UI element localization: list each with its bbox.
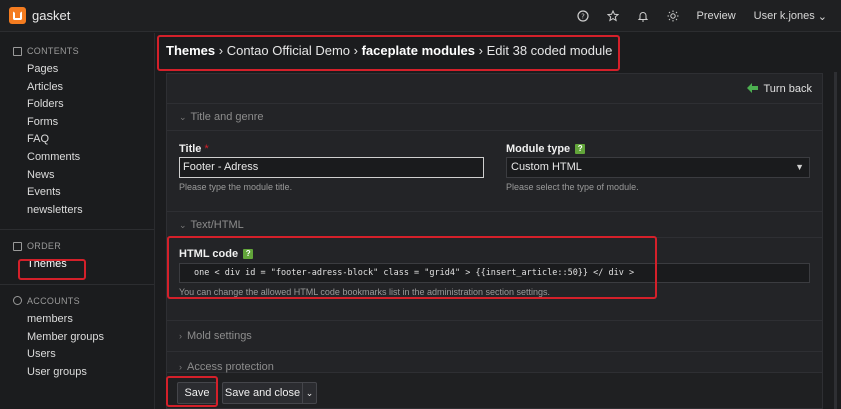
app-name[interactable]: gasket (32, 8, 70, 23)
sidebar-item-articles[interactable]: Articles (0, 79, 154, 97)
section-title-genre[interactable]: ⌄ Title and genre (167, 104, 822, 131)
sidebar-group-contents[interactable]: CONTENTS (0, 41, 154, 61)
sidebar-item-forms[interactable]: Forms (0, 114, 154, 132)
highlight-themes (18, 259, 86, 280)
title-input[interactable]: Footer - Adress (179, 157, 484, 178)
scrollbar[interactable] (834, 72, 837, 409)
chevron-right-icon: › (179, 331, 182, 341)
user-icon (13, 296, 22, 306)
section-mold-settings[interactable]: › Mold settings (167, 320, 822, 351)
sidebar-divider (0, 229, 154, 231)
user-label: User k.jones (753, 10, 815, 22)
main-content: Themes › Contao Official Demo › faceplat… (156, 33, 841, 409)
edit-icon (13, 46, 22, 56)
sidebar-item-user-groups[interactable]: User groups (0, 364, 154, 382)
gasket-logo-icon[interactable] (9, 7, 26, 24)
sidebar-item-folders[interactable]: Folders (0, 96, 154, 114)
star-icon[interactable] (606, 10, 619, 22)
edit-panel: Turn back ⌄ Title and genre Title * Foote… (166, 73, 823, 373)
sidebar-group-accounts[interactable]: ACCOUNTS (0, 291, 154, 311)
group-title: ORDER (27, 241, 62, 252)
sidebar-item-users[interactable]: Users (0, 346, 154, 364)
sidebar-item-news[interactable]: News (0, 167, 154, 185)
turn-back-label: Turn back (763, 83, 812, 95)
sidebar-item-pages[interactable]: Pages (0, 61, 154, 79)
save-and-close-button[interactable]: Save and close (222, 382, 302, 404)
chevron-down-icon: ⌄ (817, 10, 827, 23)
sidebar: CONTENTS Pages Articles Folders Forms FA… (0, 33, 155, 409)
help-icon[interactable]: ? (576, 10, 589, 22)
module-type-label: Module type ? (506, 143, 810, 155)
svg-text:?: ? (581, 13, 585, 21)
sidebar-item-member-groups[interactable]: Member groups (0, 329, 154, 347)
title-hint: Please type the module title. (179, 182, 293, 192)
group-title: CONTENTS (27, 46, 79, 56)
turn-back-button[interactable]: Turn back (747, 82, 812, 96)
help-icon[interactable]: ? (575, 144, 586, 154)
back-arrow-icon (747, 82, 759, 96)
sidebar-group-order[interactable]: ORDER (0, 236, 154, 256)
preview-link[interactable]: Preview (697, 10, 736, 22)
sidebar-item-comments[interactable]: Comments (0, 149, 154, 167)
sidebar-divider (0, 283, 154, 285)
chevron-down-icon[interactable]: ⌄ (302, 382, 317, 404)
group-title: ACCOUNTS (27, 295, 80, 306)
highlight-save (166, 376, 218, 407)
chevron-right-icon: › (179, 362, 182, 372)
sidebar-item-events[interactable]: Events (0, 184, 154, 202)
caret-down-icon: ▼ (795, 162, 804, 172)
sun-icon[interactable] (667, 10, 679, 22)
highlight-html-code (167, 236, 657, 299)
form-footer: Save Save and close ⌄ (166, 373, 823, 409)
chevron-down-icon: ⌄ (179, 112, 187, 122)
chevron-down-icon: ⌄ (179, 220, 187, 230)
sidebar-item-newsletters[interactable]: newsletters (0, 202, 154, 220)
top-bar: gasket ? Preview User k.jones ⌄ (0, 0, 841, 32)
highlight-breadcrumb (157, 35, 620, 71)
section-html[interactable]: ⌄ Text/HTML (167, 211, 822, 238)
module-type-select[interactable]: Custom HTML ▼ (506, 157, 810, 178)
sidebar-item-members[interactable]: members (0, 311, 154, 329)
sidebar-item-faq[interactable]: FAQ (0, 131, 154, 149)
layout-icon (13, 241, 22, 251)
module-type-hint: Please select the type of module. (506, 182, 639, 192)
bell-icon[interactable] (637, 10, 649, 22)
title-label: Title * (179, 143, 209, 155)
user-menu[interactable]: User k.jones ⌄ (754, 10, 827, 23)
